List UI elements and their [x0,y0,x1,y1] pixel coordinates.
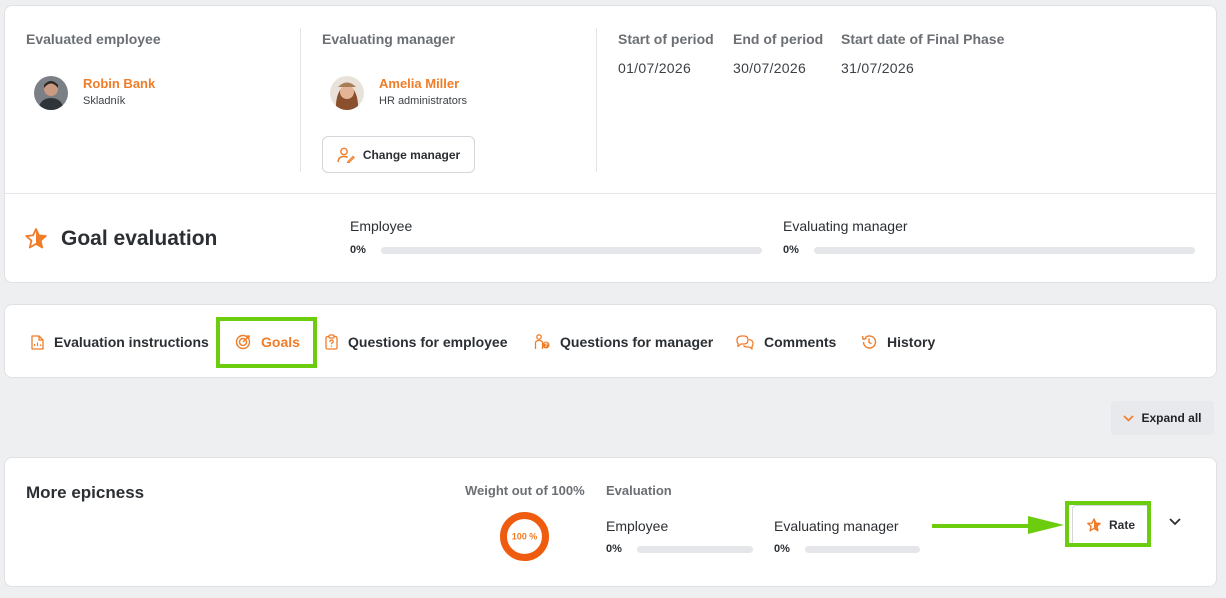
evaluating-manager-label: Evaluating manager [322,31,456,47]
weight-ring: 100 % [499,511,550,562]
goal-card: More epicness Weight out of 100% 100 % E… [4,457,1217,587]
expand-all-button[interactable]: Expand all [1111,401,1214,435]
manager-name[interactable]: Amelia Miller [379,76,459,91]
star-icon [25,228,47,249]
end-of-period-label: End of period [733,31,824,47]
tab-evaluation-instructions[interactable]: Evaluation instructions [31,334,209,350]
manager-progress-label: Evaluating manager [774,518,899,534]
end-of-period-value: 30/07/2026 [733,60,807,76]
goal-title: More epicness [26,483,145,502]
employee-name[interactable]: Robin Bank [83,76,155,91]
tab-label: Evaluation instructions [54,334,209,350]
employee-avatar [34,76,68,110]
tabs-bar: Evaluation instructions Goals Questions … [4,304,1217,378]
tab-questions-for-manager[interactable]: ? Questions for manager [534,334,713,350]
manager-progress-bar [814,247,1195,254]
start-of-period-value: 01/07/2026 [618,60,692,76]
manager-avatar [330,76,364,110]
tab-label: Questions for manager [560,334,714,350]
change-manager-button[interactable]: Change manager [322,136,475,173]
evaluation-label: Evaluation [606,483,672,498]
header-card: Evaluated employee Robin Bank Skladník E… [4,5,1217,283]
history-icon [861,335,877,349]
section-divider [5,193,1216,194]
weight-label: Weight out of 100% [465,483,585,498]
manager-progress-percent: 0% [774,543,790,555]
tab-history[interactable]: History [861,334,935,350]
evaluated-employee-label: Evaluated employee [26,31,161,47]
svg-text:?: ? [544,343,548,349]
employee-progress-bar [637,546,753,553]
divider [300,28,301,172]
chevron-down-icon [1123,414,1135,422]
clipboard-icon [325,334,338,350]
change-manager-label: Change manager [362,147,461,162]
employee-progress-label: Employee [606,518,669,534]
manager-progress-bar [805,546,920,553]
rate-button-highlight [1065,501,1151,547]
employee-progress-percent: 0% [350,244,366,256]
person-edit-icon [337,147,355,163]
employee-progress-percent: 0% [606,543,622,555]
tab-label: Comments [764,334,837,350]
person-question-icon: ? [534,334,550,349]
manager-progress-percent: 0% [783,244,799,256]
weight-percent: 100 % [512,532,538,542]
employee-role: Skladník [83,95,126,107]
annotation-arrow [932,516,1064,534]
manager-role: HR administrators [379,95,468,107]
final-phase-start-value: 31/07/2026 [841,60,915,76]
employee-progress-bar [381,247,762,254]
chevron-down-icon[interactable] [1169,518,1181,526]
comments-icon [736,335,754,350]
goal-evaluation-title: Goal evaluation [61,227,218,250]
tab-label: Questions for employee [348,334,508,350]
tab-label: History [887,334,936,350]
document-icon [31,334,44,350]
start-of-period-label: Start of period [618,31,714,47]
manager-progress-label: Evaluating manager [783,218,908,234]
tab-questions-for-employee[interactable]: Questions for employee [325,334,507,350]
employee-progress-label: Employee [350,218,413,234]
goals-tab-highlight [216,317,317,368]
expand-all-label: Expand all [1141,411,1202,425]
tab-comments[interactable]: Comments [736,334,836,350]
divider [596,28,597,172]
final-phase-start-label: Start date of Final Phase [841,31,1005,47]
